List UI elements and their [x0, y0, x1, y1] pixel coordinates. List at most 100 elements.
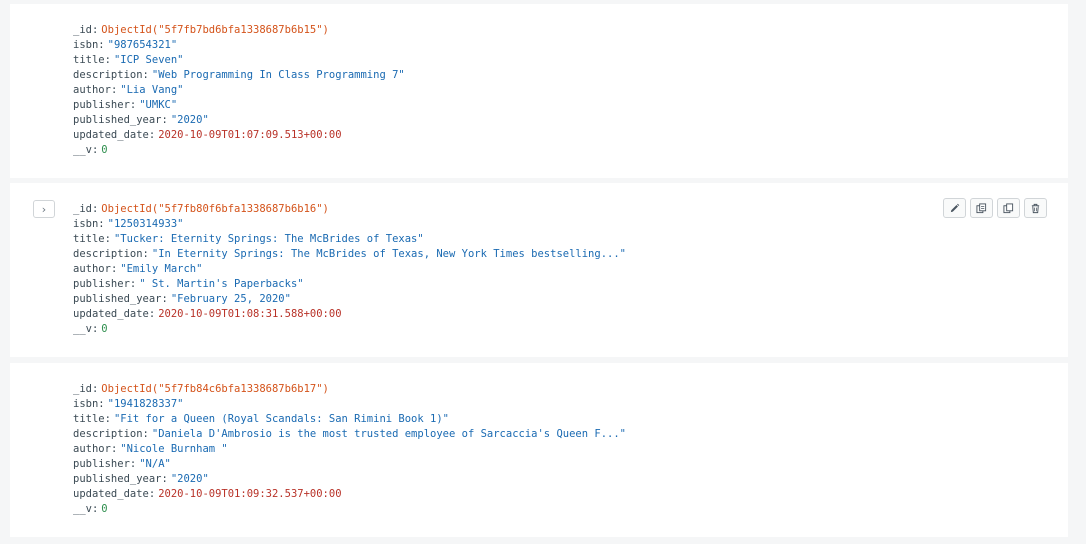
document-card[interactable]: _id: ObjectId("5f7fb84c6bfa1338687b6b17")… [10, 363, 1068, 537]
field-row[interactable]: publisher: "UMKC" [73, 98, 405, 113]
trash-icon [1031, 203, 1040, 213]
field-value: "Fit for a Queen (Royal Scandals: San Ri… [113, 413, 449, 425]
field-key: _id [73, 203, 92, 215]
delete-document-button[interactable] [1024, 198, 1047, 218]
field-row[interactable]: isbn: "987654321" [73, 38, 405, 53]
field-key: _id [73, 383, 92, 395]
field-separator: : [104, 413, 111, 425]
field-row[interactable]: publisher: "N/A" [73, 457, 626, 472]
field-row[interactable]: description: "Web Programming In Class Pr… [73, 68, 405, 83]
field-value: ObjectId("5f7fb84c6bfa1338687b6b17") [101, 383, 329, 395]
field-key: updated_date [73, 488, 149, 500]
field-row[interactable]: author: "Nicole Burnham " [73, 442, 626, 457]
field-value: 0 [101, 144, 108, 156]
field-value: "Web Programming In Class Programming 7" [151, 69, 405, 81]
field-row[interactable]: updated_date: 2020-10-09T01:09:32.537+00:… [73, 487, 626, 502]
field-value: 2020-10-09T01:09:32.537+00:00 [158, 488, 342, 500]
field-row[interactable]: title: "Tucker: Eternity Springs: The McB… [73, 232, 626, 247]
field-row[interactable]: isbn: "1941828337" [73, 397, 626, 412]
field-key: author [73, 263, 111, 275]
field-value: 2020-10-09T01:08:31.588+00:00 [158, 308, 342, 320]
document-card[interactable]: › _id: ObjectId("5f7fb80f6bfa1338687b6b16… [10, 183, 1068, 357]
field-row[interactable]: published_year: "2020" [73, 113, 405, 128]
field-row[interactable]: updated_date: 2020-10-09T01:08:31.588+00:… [73, 307, 626, 322]
field-value: "N/A" [139, 458, 171, 470]
field-separator: : [161, 114, 168, 126]
field-row[interactable]: __v: 0 [73, 143, 405, 158]
field-value: "UMKC" [139, 99, 178, 111]
field-key: updated_date [73, 129, 149, 141]
field-row[interactable]: published_year: "2020" [73, 472, 626, 487]
field-row[interactable]: isbn: "1250314933" [73, 217, 626, 232]
field-key: isbn [73, 218, 99, 230]
field-value: "In Eternity Springs: The McBrides of Te… [151, 248, 626, 260]
field-key: updated_date [73, 308, 149, 320]
field-row[interactable]: updated_date: 2020-10-09T01:07:09.513+00:… [73, 128, 405, 143]
field-separator: : [110, 84, 118, 96]
field-separator: : [91, 144, 99, 156]
field-separator: : [91, 383, 99, 395]
field-key: title [73, 233, 105, 245]
field-separator: : [104, 233, 111, 245]
field-row[interactable]: author: "Lia Vang" [73, 83, 405, 98]
field-key: __v [73, 323, 92, 335]
copy-document-button[interactable] [970, 198, 993, 218]
field-separator: : [148, 308, 156, 320]
field-row[interactable]: __v: 0 [73, 502, 626, 517]
field-separator: : [110, 263, 118, 275]
field-row[interactable]: title: "ICP Seven" [73, 53, 405, 68]
field-row[interactable]: _id: ObjectId("5f7fb7bd6bfa1338687b6b15") [73, 23, 405, 38]
field-key: publisher [73, 458, 130, 470]
field-separator: : [98, 218, 105, 230]
field-value: "Lia Vang" [120, 84, 184, 96]
field-row[interactable]: description: "Daniela D'Ambrosio is the m… [73, 427, 626, 442]
field-row[interactable]: _id: ObjectId("5f7fb84c6bfa1338687b6b17") [73, 382, 626, 397]
expand-document-button[interactable]: › [33, 200, 55, 218]
pencil-icon [950, 203, 960, 212]
field-key: isbn [73, 39, 99, 51]
field-value: "February 25, 2020" [170, 293, 291, 305]
field-key: description [73, 69, 143, 81]
field-key: isbn [73, 398, 99, 410]
field-row[interactable]: __v: 0 [73, 322, 626, 337]
field-value: 2020-10-09T01:07:09.513+00:00 [158, 129, 342, 141]
field-separator: : [161, 473, 168, 485]
field-separator: : [91, 323, 99, 335]
clone-icon [1003, 202, 1014, 213]
document-fields: _id: ObjectId("5f7fb7bd6bfa1338687b6b15")… [73, 23, 405, 158]
field-value: "Emily March" [120, 263, 203, 275]
field-key: publisher [73, 99, 130, 111]
field-key: description [73, 248, 143, 260]
field-row[interactable]: published_year: "February 25, 2020" [73, 292, 626, 307]
field-value: "Nicole Burnham " [120, 443, 228, 455]
field-value: ObjectId("5f7fb7bd6bfa1338687b6b15") [101, 24, 329, 36]
field-key: __v [73, 503, 92, 515]
field-separator: : [148, 488, 156, 500]
field-value: "Tucker: Eternity Springs: The McBrides … [113, 233, 424, 245]
copy-icon [976, 202, 987, 213]
field-row[interactable]: title: "Fit for a Queen (Royal Scandals: … [73, 412, 626, 427]
field-key: publisher [73, 278, 130, 290]
field-separator: : [129, 458, 137, 470]
field-separator: : [129, 99, 137, 111]
field-row[interactable]: publisher: " St. Martin's Paperbacks" [73, 277, 626, 292]
field-row[interactable]: description: "In Eternity Springs: The Mc… [73, 247, 626, 262]
field-separator: : [98, 39, 105, 51]
field-value: "Daniela D'Ambrosio is the most trusted … [151, 428, 626, 440]
field-separator: : [142, 69, 149, 81]
field-value: " St. Martin's Paperbacks" [139, 278, 304, 290]
field-key: description [73, 428, 143, 440]
field-separator: : [161, 293, 168, 305]
field-key: title [73, 413, 105, 425]
field-value: "ICP Seven" [113, 54, 184, 66]
field-separator: : [98, 398, 105, 410]
field-key: title [73, 54, 105, 66]
document-fields: _id: ObjectId("5f7fb84c6bfa1338687b6b17")… [73, 382, 626, 517]
field-row[interactable]: author: "Emily March" [73, 262, 626, 277]
document-card[interactable]: _id: ObjectId("5f7fb7bd6bfa1338687b6b15")… [10, 4, 1068, 178]
field-key: _id [73, 24, 92, 36]
edit-document-button[interactable] [943, 198, 966, 218]
field-row[interactable]: _id: ObjectId("5f7fb80f6bfa1338687b6b16") [73, 202, 626, 217]
field-separator: : [110, 443, 118, 455]
clone-document-button[interactable] [997, 198, 1020, 218]
